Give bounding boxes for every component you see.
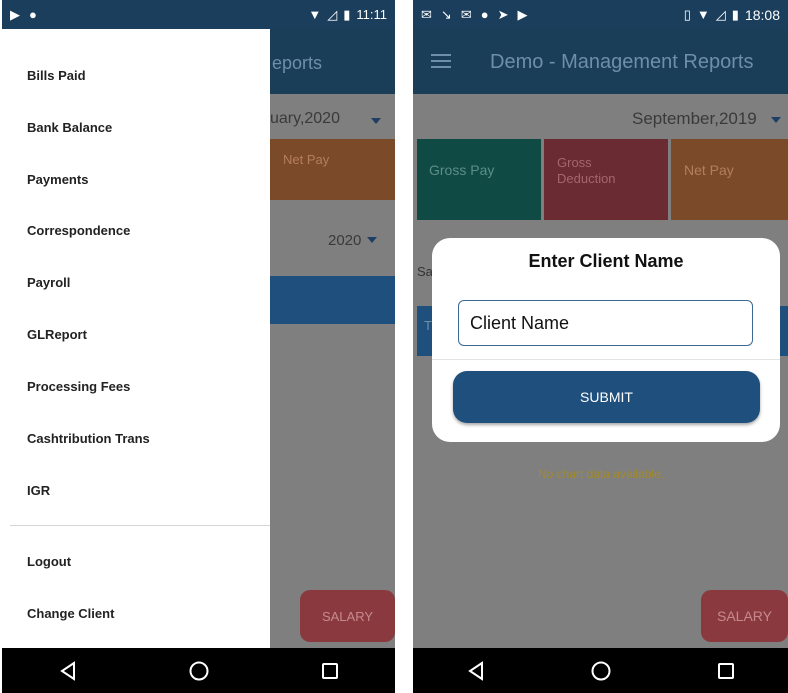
play-store-icon: ▶ (10, 7, 20, 22)
signal-icon: ◿ (327, 7, 338, 22)
android-icon: ● (29, 7, 37, 22)
drawer-item-payroll[interactable]: Payroll (27, 275, 70, 290)
tile-label: Net Pay (283, 152, 330, 167)
salary-button-label: SALARY (717, 608, 772, 624)
recents-icon[interactable] (310, 656, 350, 686)
tile-label: Gross Deduction (557, 155, 616, 186)
salary-button-label: SALARY (321, 608, 374, 624)
chevron-down-icon (371, 118, 381, 124)
navigation-drawer: Bills Paid Bank Balance Payments Corresp… (2, 29, 270, 648)
home-icon[interactable] (581, 656, 621, 686)
drawer-item-correspondence[interactable]: Correspondence (27, 223, 130, 238)
tile-net-pay[interactable]: Net Pay (270, 139, 395, 200)
status-bar: ✉ ↘ ✉ ● ➤ ▶ ▯ ▼ ◿ ▮ 18:08 (413, 0, 788, 29)
submit-button-label: SUBMIT (580, 389, 633, 405)
salary-button[interactable]: SALARY (701, 590, 788, 642)
system-nav-bar (2, 648, 395, 693)
drawer-item-change-client[interactable]: Change Client (27, 606, 114, 621)
status-time: 18:08 (744, 6, 780, 23)
mail-icon: ✉ (460, 7, 472, 22)
signal-icon: ◿ (715, 7, 726, 22)
salary-button[interactable]: SALARY (300, 590, 395, 642)
status-time: 11:11 (356, 7, 387, 22)
drawer-item-bills-paid[interactable]: Bills Paid (27, 68, 86, 83)
mail-icon: ✉ (421, 7, 432, 22)
drawer-item-igr[interactable]: IGR (27, 483, 50, 498)
month-selector[interactable]: uary,2020 (270, 110, 340, 128)
drawer-item-bank-balance[interactable]: Bank Balance (27, 120, 112, 135)
app-title: Demo - Management Reports (490, 51, 754, 73)
client-name-dialog: Enter Client Name Client Name SUBMIT (432, 238, 780, 442)
client-name-input[interactable]: Client Name (458, 300, 753, 346)
tile-gross-deduction[interactable]: Gross Deduction (544, 139, 668, 220)
drawer-item-logout[interactable]: Logout (27, 554, 71, 569)
back-icon[interactable] (48, 656, 88, 686)
drawer-item-glreport[interactable]: GLReport (27, 327, 87, 342)
phone-left-screen: ▶ ● ▼ ◿ ▮ 11:11 eports uary,2020 Net Pay… (2, 0, 395, 693)
status-bar: ▶ ● ▼ ◿ ▮ 11:11 (2, 0, 395, 29)
drawer-item-processing-fees[interactable]: Processing Fees (27, 379, 130, 394)
chevron-down-icon (771, 117, 781, 123)
month-selector[interactable]: September,2019 (632, 109, 757, 129)
phone-right-screen: ✉ ↘ ✉ ● ➤ ▶ ▯ ▼ ◿ ▮ 18:08 Demo - Managem… (413, 0, 788, 693)
drawer-item-cashtribution-trans[interactable]: Cashtribution Trans (27, 431, 150, 446)
play-store-icon: ▶ (517, 7, 528, 22)
chevron-down-icon (367, 237, 377, 243)
no-chart-message: No chart data available. (538, 467, 665, 481)
tile-label: Net Pay (684, 162, 734, 178)
table-header-label: T (424, 318, 432, 333)
app-title: eports (272, 53, 323, 73)
dialog-divider (432, 359, 780, 360)
battery-icon: ▮ (343, 7, 351, 22)
send-icon: ➤ (497, 7, 509, 22)
recents-icon[interactable] (706, 656, 746, 686)
back-icon[interactable] (456, 656, 496, 686)
android-icon: ● (480, 7, 489, 22)
wifi-icon: ▼ (696, 7, 710, 22)
year-selector[interactable]: 2020 (328, 232, 361, 249)
vibrate-icon: ▯ (683, 7, 691, 22)
dialog-title: Enter Client Name (528, 251, 684, 271)
battery-icon: ▮ (731, 7, 739, 22)
tile-gross-pay[interactable]: Gross Pay (417, 139, 541, 220)
home-icon[interactable] (179, 656, 219, 686)
tile-net-pay[interactable]: Net Pay (671, 139, 788, 220)
table-header-bar (270, 276, 395, 324)
drawer-item-payments[interactable]: Payments (27, 172, 88, 187)
menu-icon[interactable] (431, 53, 451, 69)
tile-label: Gross Pay (429, 162, 495, 178)
drawer-divider (10, 525, 270, 526)
app-bar: Demo - Management Reports (413, 29, 788, 94)
submit-button[interactable]: SUBMIT (453, 371, 760, 423)
system-nav-bar (413, 648, 788, 693)
partial-label: Sa (417, 264, 433, 279)
missed-call-icon: ↘ (440, 7, 452, 22)
wifi-icon: ▼ (308, 7, 322, 22)
